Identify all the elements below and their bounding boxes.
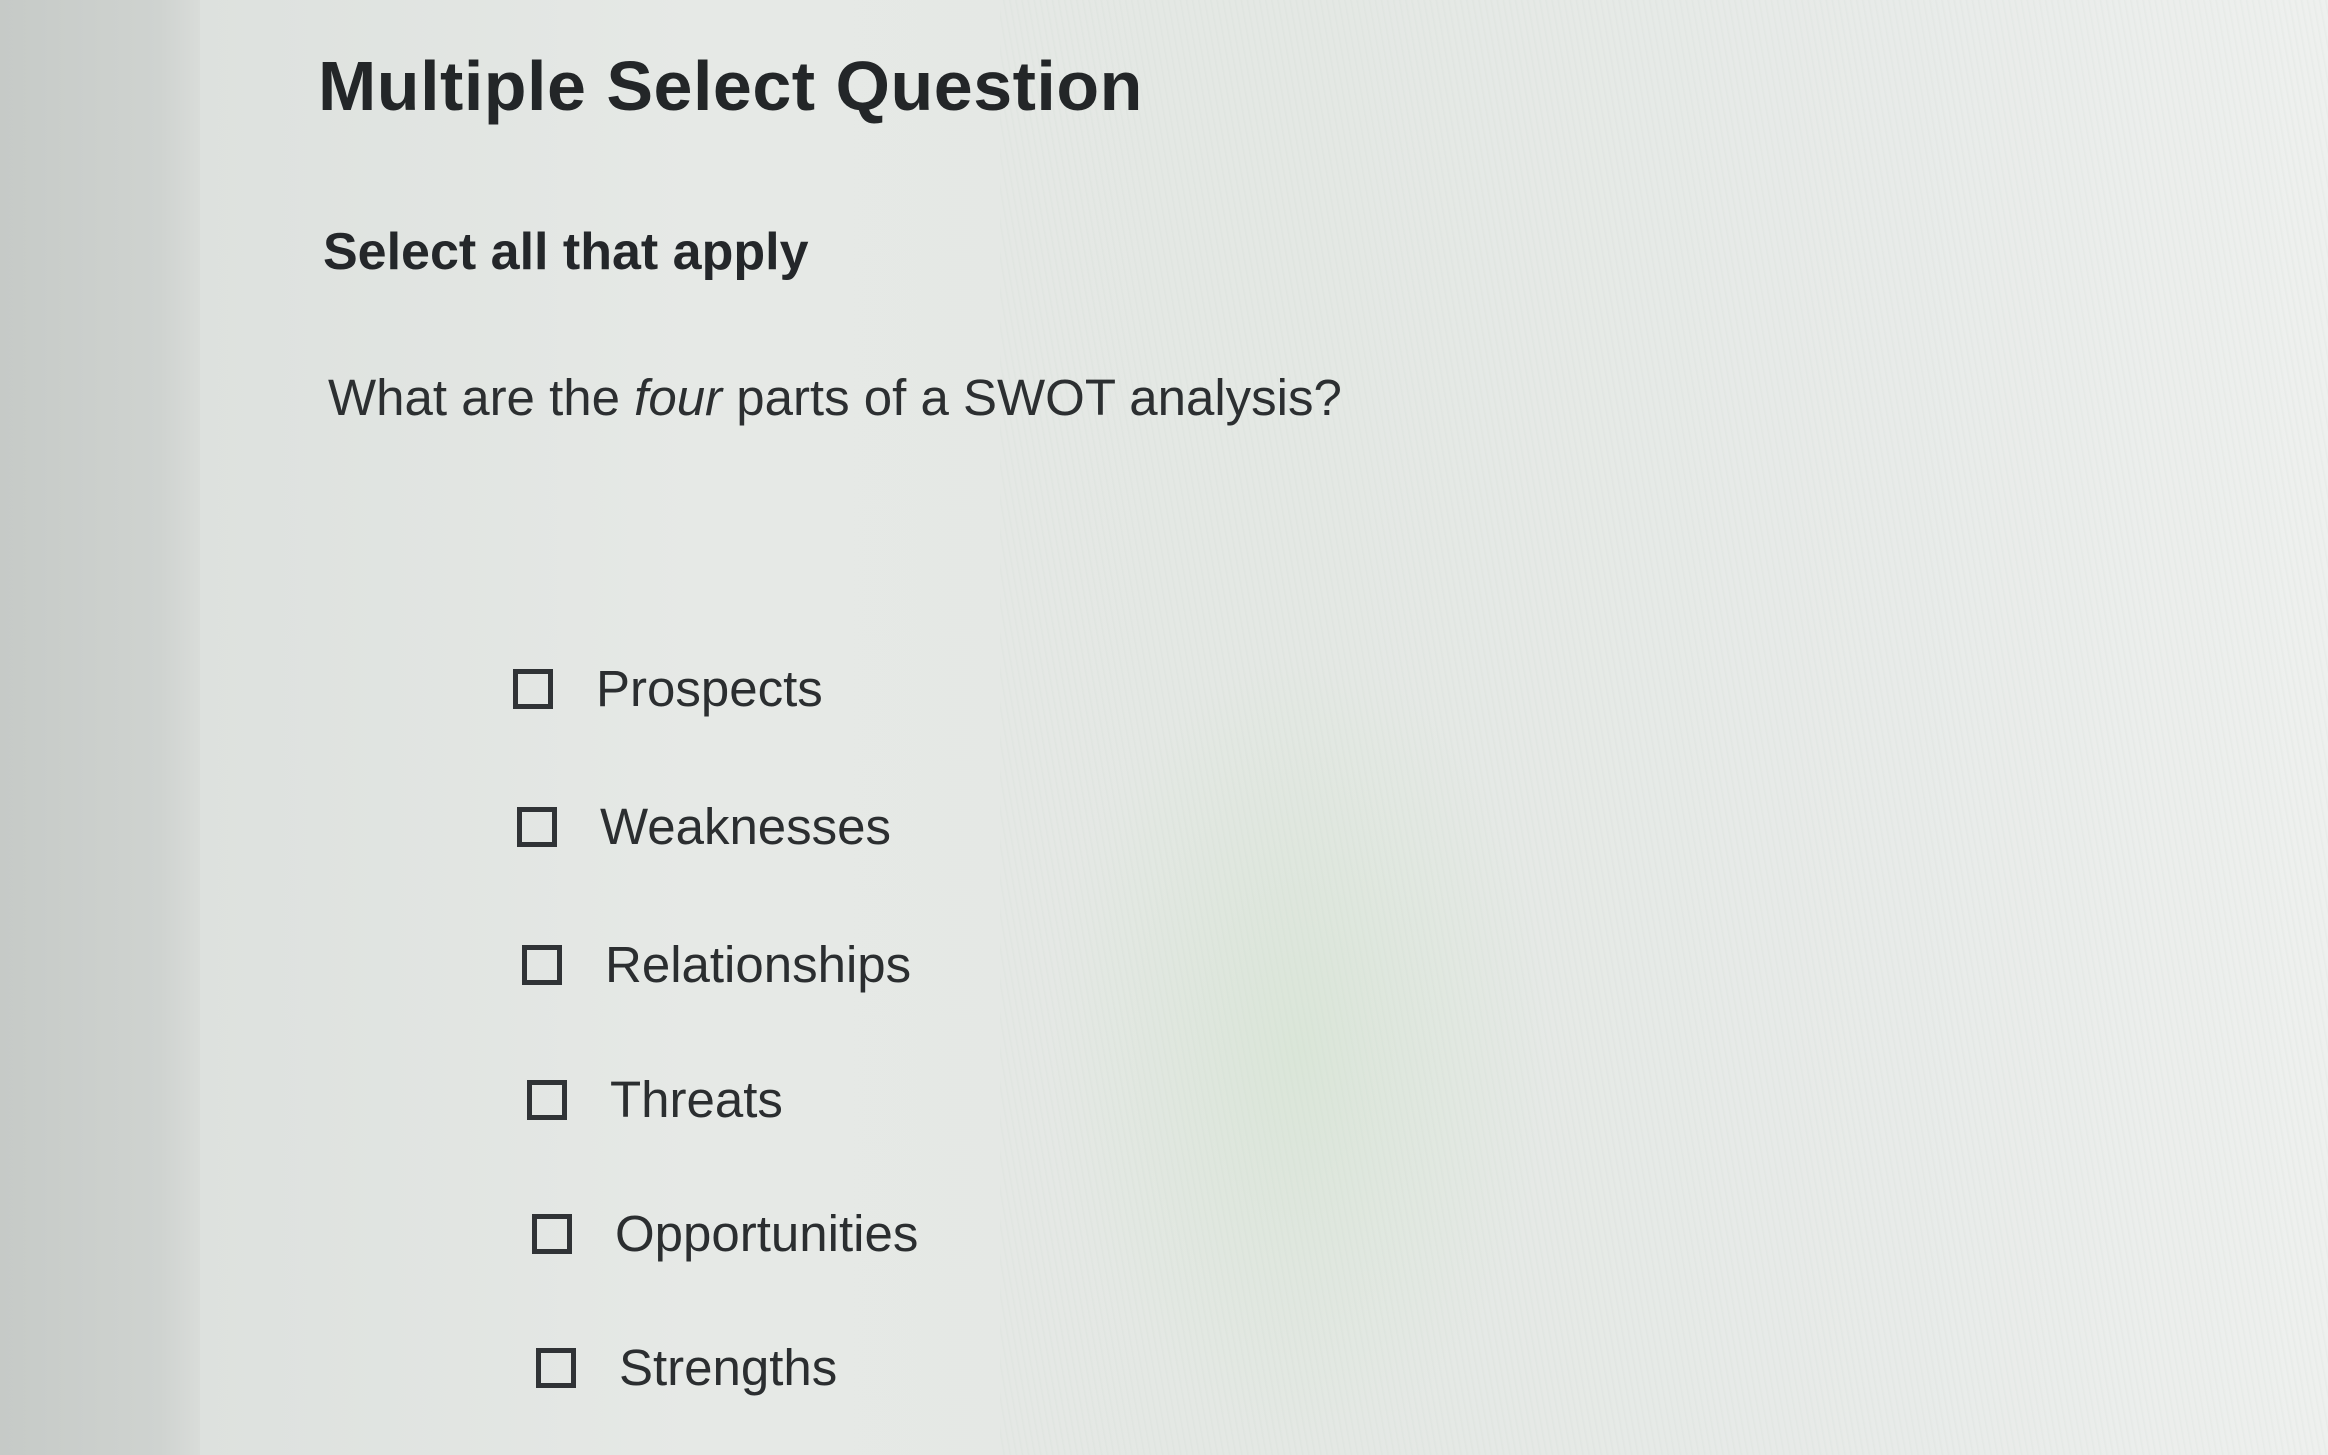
- prompt-text-start: What are the: [328, 369, 635, 426]
- option-label-strengths[interactable]: Strengths: [619, 1338, 837, 1397]
- prompt-emphasis: four: [634, 369, 723, 426]
- option-threats[interactable]: Threats: [527, 1070, 783, 1129]
- question-prompt: What are the four parts of a SWOT analys…: [328, 368, 1342, 427]
- question-type-title: Multiple Select Question: [318, 47, 1143, 125]
- option-prospects[interactable]: Prospects: [513, 659, 823, 718]
- screen-moire: [1000, 0, 2328, 1455]
- option-label-prospects[interactable]: Prospects: [596, 659, 823, 718]
- option-label-opportunities[interactable]: Opportunities: [615, 1204, 918, 1263]
- checkbox-opportunities[interactable]: [532, 1213, 572, 1254]
- option-relationships[interactable]: Relationships: [522, 935, 911, 994]
- option-label-threats[interactable]: Threats: [610, 1070, 783, 1129]
- checkbox-threats[interactable]: [527, 1079, 567, 1120]
- option-weaknesses[interactable]: Weaknesses: [517, 797, 891, 856]
- checkbox-relationships[interactable]: [522, 944, 562, 985]
- checkbox-strengths[interactable]: [536, 1347, 576, 1388]
- option-label-relationships[interactable]: Relationships: [605, 935, 911, 994]
- screen-edge: [0, 0, 200, 1455]
- prompt-text-end: parts of a SWOT analysis?: [722, 369, 1342, 426]
- screen-glare: [1050, 650, 1550, 1450]
- checkbox-weaknesses[interactable]: [517, 806, 557, 847]
- option-label-weaknesses[interactable]: Weaknesses: [600, 797, 891, 856]
- option-opportunities[interactable]: Opportunities: [532, 1204, 918, 1263]
- option-strengths[interactable]: Strengths: [536, 1338, 837, 1397]
- checkbox-prospects[interactable]: [513, 668, 553, 709]
- question-instruction: Select all that apply: [323, 223, 809, 281]
